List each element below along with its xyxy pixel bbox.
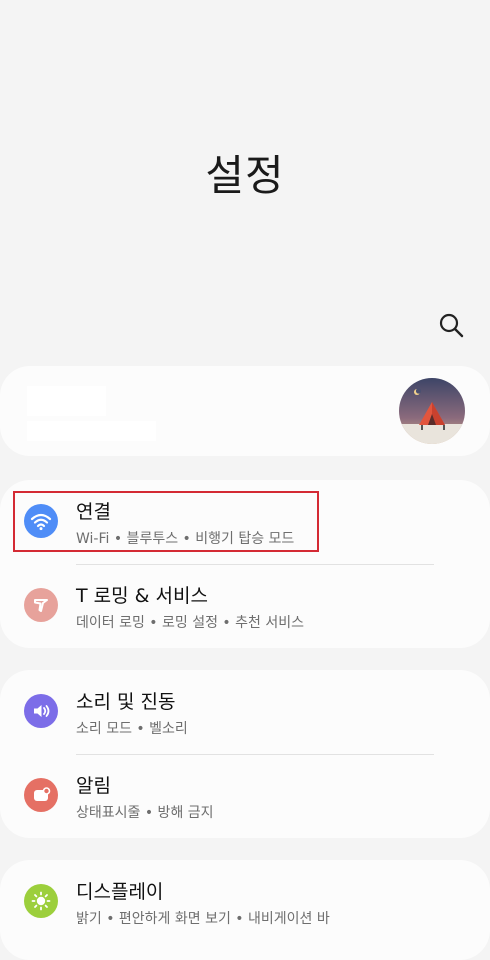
sun-icon [24,884,58,918]
volume-icon [24,694,58,728]
settings-item-troaming[interactable]: T 로밍 & 서비스 데이터 로밍 • 로밍 설정 • 추천 서비스 [0,564,490,648]
profile-account-redacted [27,421,156,441]
profile-card[interactable] [0,366,490,456]
display-subtitle: 밝기 • 편안하게 화면 보기 • 내비게이션 바 [76,911,330,927]
search-button[interactable] [436,310,466,340]
troaming-subtitle: 데이터 로밍 • 로밍 설정 • 추천 서비스 [76,615,304,631]
display-title: 디스플레이 [76,881,164,903]
wifi-icon [24,504,58,538]
sound-title: 소리 및 진동 [76,691,176,713]
settings-group-display: 디스플레이 밝기 • 편안하게 화면 보기 • 내비게이션 바 [0,860,490,960]
settings-item-connections[interactable]: 연결 Wi-Fi • 블루투스 • 비행기 탑승 모드 [0,480,490,564]
settings-item-sound[interactable]: 소리 및 진동 소리 모드 • 벨소리 [0,670,490,754]
avatar[interactable] [399,378,465,444]
settings-item-display[interactable]: 디스플레이 밝기 • 편안하게 화면 보기 • 내비게이션 바 [0,860,490,944]
troaming-icon [24,588,58,622]
camping-tent-avatar-icon [399,378,465,444]
troaming-title: T 로밍 & 서비스 [76,585,208,607]
settings-group-connections: 연결 Wi-Fi • 블루투스 • 비행기 탑승 모드 T 로밍 & 서비스 데… [0,480,490,648]
connections-subtitle: Wi-Fi • 블루투스 • 비행기 탑승 모드 [76,531,295,547]
notifications-title: 알림 [76,775,111,797]
settings-item-notifications[interactable]: 알림 상태표시줄 • 방해 금지 [0,754,490,838]
search-icon [439,313,464,338]
sound-subtitle: 소리 모드 • 벨소리 [76,721,188,737]
notification-icon [24,778,58,812]
page-title: 설정 [205,151,285,200]
settings-group-sound: 소리 및 진동 소리 모드 • 벨소리 알림 상태표시줄 • 방해 금지 [0,670,490,838]
notifications-subtitle: 상태표시줄 • 방해 금지 [76,805,214,821]
profile-name-redacted [27,386,106,416]
connections-title: 연결 [76,501,111,523]
